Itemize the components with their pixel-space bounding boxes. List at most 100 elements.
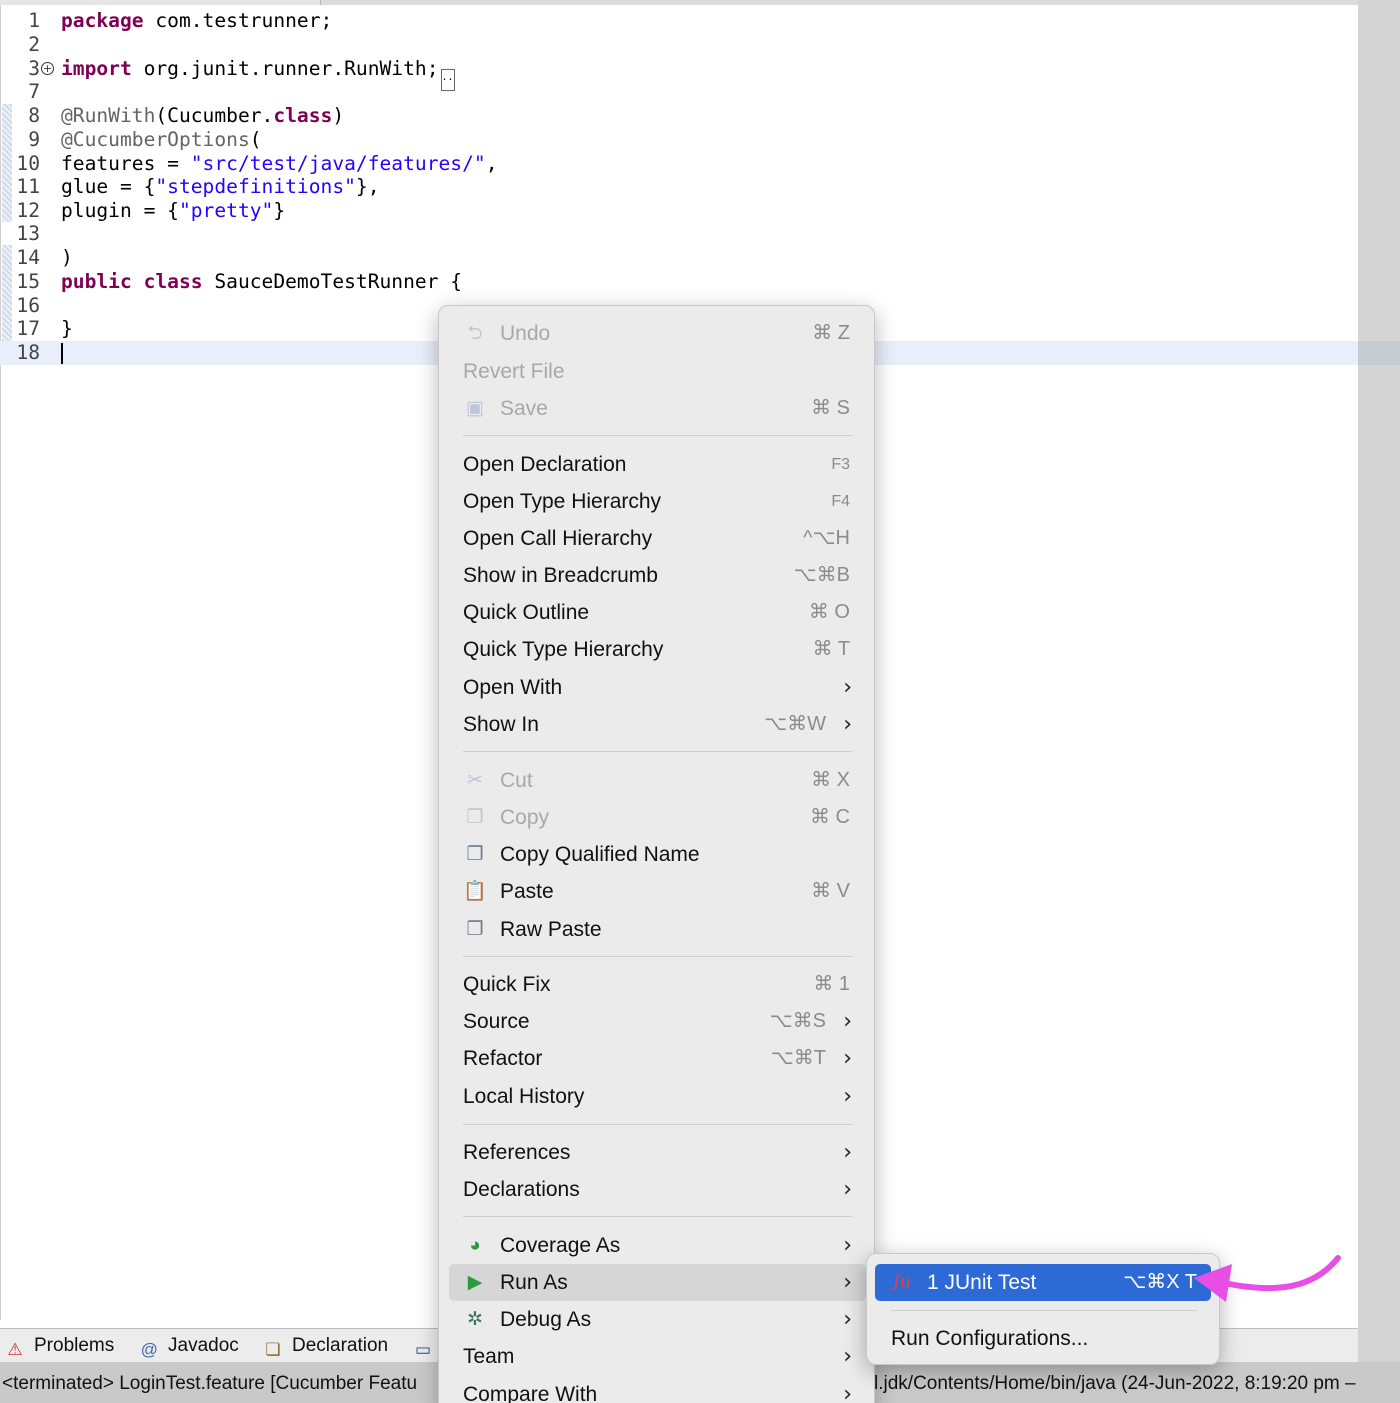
code-line[interactable]: 9 @CucumberOptions( xyxy=(0,128,1358,152)
undo-icon: ⮌ xyxy=(467,323,483,344)
code-token: }, xyxy=(355,175,380,198)
menu-item-declarations[interactable]: Declarations › xyxy=(439,1171,874,1208)
chevron-right-icon: › xyxy=(843,1046,852,1071)
menu-item-label: Revert File xyxy=(463,360,565,383)
menu-item-source[interactable]: Source ⌥⌘S › xyxy=(439,1003,874,1040)
save-icon: ▣ xyxy=(466,398,484,419)
menu-item-label: Show in Breadcrumb xyxy=(463,564,658,587)
junit-icon: Ju xyxy=(893,1272,911,1292)
code-token: (Cucumber. xyxy=(155,104,274,127)
code-line[interactable]: 10 features = "src/test/java/features/", xyxy=(0,152,1358,176)
code-text: ) xyxy=(61,246,73,270)
menu-item-show-in-breadcrumb[interactable]: Show in Breadcrumb ⌥⌘B xyxy=(439,557,874,594)
menu-item-label: Declarations xyxy=(463,1178,580,1201)
code-line[interactable]: 13 xyxy=(0,222,1358,246)
menu-item-local-history[interactable]: Local History › xyxy=(439,1078,874,1115)
scissors-icon: ✂ xyxy=(467,770,483,791)
menu-item-open-with[interactable]: Open With › xyxy=(439,669,874,706)
line-number: 1 xyxy=(28,9,40,32)
code-line[interactable]: 1 package com.testrunner; xyxy=(0,9,1358,33)
chevron-right-icon: › xyxy=(843,1084,852,1109)
line-number: 12 xyxy=(16,199,40,222)
menu-item-references[interactable]: References › xyxy=(439,1134,874,1171)
menu-item-show-in[interactable]: Show In ⌥⌘W › xyxy=(439,706,874,743)
menu-item-copy[interactable]: ❐ Copy ⌘ C xyxy=(439,799,874,836)
menu-item-revert-file[interactable]: Revert File xyxy=(439,353,874,390)
chevron-right-icon: › xyxy=(843,1307,852,1332)
fold-expand-icon[interactable]: + xyxy=(41,62,54,75)
debug-bug-icon: ✲ xyxy=(467,1309,483,1330)
menu-item-quick-fix[interactable]: Quick Fix ⌘ 1 xyxy=(439,966,874,1003)
menu-item-shortcut: ⌘ X xyxy=(811,769,850,791)
menu-item-label: Open With xyxy=(463,676,563,699)
menu-item-team[interactable]: Team › xyxy=(439,1338,874,1375)
tab-declaration[interactable]: ❏ Declaration xyxy=(262,1329,388,1363)
menu-item-quick-outline[interactable]: Quick Outline ⌘ O xyxy=(439,594,874,631)
code-text: plugin = {"pretty"} xyxy=(61,199,285,223)
line-number: 8 xyxy=(28,104,40,127)
menu-item-paste[interactable]: 📋 Paste ⌘ V xyxy=(439,873,874,910)
menu-item-label: Team xyxy=(463,1345,515,1368)
run-as-junit-label: 1 JUnit Test xyxy=(927,1271,1037,1294)
text-caret xyxy=(61,343,63,364)
chevron-right-icon: › xyxy=(843,1009,852,1034)
code-line[interactable]: 8 @RunWith(Cucumber.class) xyxy=(0,104,1358,128)
menu-item-label: Run As xyxy=(500,1271,568,1294)
menu-item-compare-with[interactable]: Compare With › xyxy=(439,1376,874,1403)
code-token: @RunWith xyxy=(61,104,156,127)
code-text: public class SauceDemoTestRunner { xyxy=(61,270,462,294)
menu-item-coverage-as[interactable]: ◕ Coverage As › xyxy=(439,1227,874,1264)
code-token: glue = { xyxy=(61,175,156,198)
chevron-right-icon: › xyxy=(843,1344,852,1369)
menu-item-shortcut: ⌥⌘B xyxy=(793,564,850,586)
menu-item-copy-qualified-name[interactable]: ❐ Copy Qualified Name xyxy=(439,836,874,873)
menu-item-open-declaration[interactable]: Open Declaration F3 xyxy=(439,446,874,483)
menu-item-raw-paste[interactable]: ❐ Raw Paste xyxy=(439,911,874,948)
code-line[interactable]: 15 public class SauceDemoTestRunner { xyxy=(0,270,1358,294)
menu-item-label: Show In xyxy=(463,713,539,736)
menu-item-label: Save xyxy=(500,397,548,420)
code-line[interactable]: 2 xyxy=(0,33,1358,57)
menu-item-shortcut: ⌘ S xyxy=(811,397,850,419)
menu-item-label: Undo xyxy=(500,322,551,345)
editor-tab-edge xyxy=(320,0,1358,5)
menu-item-open-type-hierarchy[interactable]: Open Type Hierarchy F4 xyxy=(439,483,874,520)
menu-separator xyxy=(463,1124,852,1125)
menu-item-label: Cut xyxy=(500,769,533,792)
code-line[interactable]: 14) xyxy=(0,246,1358,270)
menu-item-label: Copy Qualified Name xyxy=(500,843,700,866)
menu-item-shortcut: ⌘ C xyxy=(810,806,850,828)
code-token: plugin = { xyxy=(61,199,179,222)
menu-item-shortcut: ⌥⌘T xyxy=(770,1047,826,1069)
line-number: 7 xyxy=(28,80,40,103)
menu-item-quick-type-hierarchy[interactable]: Quick Type Hierarchy ⌘ T xyxy=(439,631,874,668)
menu-item-shortcut: ⌘ Z xyxy=(812,322,850,344)
run-configurations-label: Run Configurations... xyxy=(891,1327,1089,1350)
run-as-submenu: Ju 1 JUnit Test ⌥⌘X T Run Configurations… xyxy=(866,1253,1220,1365)
menu-item-shortcut: ⌥⌘W xyxy=(764,713,826,735)
tab-problems-label: Problems xyxy=(34,1335,115,1356)
menu-item-shortcut: ^⌥H xyxy=(803,527,850,549)
menu-item-undo[interactable]: ⮌ Undo ⌘ Z xyxy=(439,315,874,352)
tab-problems[interactable]: ⚠ Problems xyxy=(4,1329,114,1363)
menu-item-run-as[interactable]: ▶ Run As › xyxy=(449,1264,866,1301)
code-line[interactable]: 7 xyxy=(0,80,1358,104)
menu-item-cut[interactable]: ✂ Cut ⌘ X xyxy=(439,762,874,799)
line-number: 9 xyxy=(28,128,40,151)
editor-context-menu: ⮌ Undo ⌘ Z Revert File ▣ Save ⌘ S Open Declarat… xyxy=(438,305,875,1403)
run-configurations[interactable]: Run Configurations... xyxy=(875,1320,1211,1357)
tab-javadoc[interactable]: @ Javadoc xyxy=(138,1329,238,1363)
menu-item-label: Raw Paste xyxy=(500,918,602,941)
line-number: 14 xyxy=(16,246,40,269)
run-as-junit-test[interactable]: Ju 1 JUnit Test ⌥⌘X T xyxy=(875,1264,1211,1301)
submenu-separator xyxy=(891,1310,1197,1311)
menu-item-refactor[interactable]: Refactor ⌥⌘T › xyxy=(439,1040,874,1077)
code-line[interactable]: 12 plugin = {"pretty"} xyxy=(0,199,1358,223)
menu-item-save[interactable]: ▣ Save ⌘ S xyxy=(439,390,874,427)
menu-item-label: Open Type Hierarchy xyxy=(463,490,662,513)
menu-item-open-call-hierarchy[interactable]: Open Call Hierarchy ^⌥H xyxy=(439,520,874,557)
menu-item-debug-as[interactable]: ✲ Debug As › xyxy=(439,1301,874,1338)
code-line[interactable]: 11 glue = {"stepdefinitions"}, xyxy=(0,175,1358,199)
code-line[interactable]: 3 + import org.junit.runner.RunWith;.. xyxy=(0,57,1358,91)
